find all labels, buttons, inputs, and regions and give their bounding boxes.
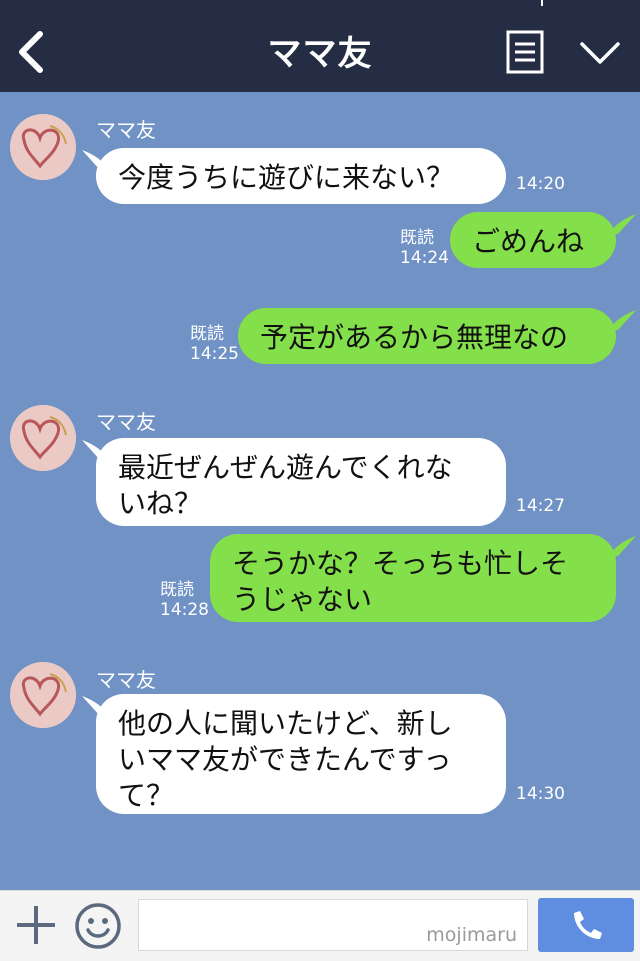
message-time: 14:20 bbox=[516, 174, 565, 194]
watermark-text: mojimaru bbox=[426, 924, 517, 946]
message-text: ごめんね bbox=[472, 225, 585, 258]
message-text: 予定があるから無理なの bbox=[260, 321, 569, 354]
chat-area[interactable]: ママ友 今度うちに遊びに来ない？ 14:20 既読 14:24 ごめんね 既読 … bbox=[0, 92, 640, 890]
chat-header: ママ友 bbox=[0, 0, 640, 92]
message-text: 今度うちに遊びに来ない？ bbox=[118, 161, 455, 194]
composer-bar: mojimaru bbox=[0, 890, 640, 961]
message-input[interactable]: mojimaru bbox=[138, 899, 528, 951]
bubble-tail bbox=[610, 214, 636, 234]
bubble-tail bbox=[610, 536, 636, 556]
call-button[interactable] bbox=[538, 898, 634, 952]
message-time: 14:24 bbox=[400, 248, 449, 268]
message-time: 14:25 bbox=[190, 344, 239, 364]
list-menu-icon[interactable] bbox=[506, 30, 544, 74]
heart-avatar-icon bbox=[10, 405, 76, 471]
message-text-line: て？ bbox=[118, 779, 175, 812]
message-text-line: いね？ bbox=[118, 487, 203, 520]
message-text-line: 他の人に聞いたけど、新し bbox=[118, 707, 453, 740]
sender-name: ママ友 bbox=[96, 410, 156, 434]
phone-icon bbox=[574, 911, 602, 939]
message-bubble[interactable]: 今度うちに遊びに来ない？ bbox=[96, 148, 506, 204]
message-bubble[interactable]: 最近ぜんぜん遊んでくれな いね？ bbox=[96, 438, 506, 526]
sender-name: ママ友 bbox=[96, 118, 156, 142]
message-time: 14:28 bbox=[160, 600, 209, 620]
message-bubble[interactable]: 予定があるから無理なの bbox=[238, 308, 616, 364]
sender-name: ママ友 bbox=[96, 668, 156, 692]
message-bubble[interactable]: 他の人に聞いたけど、新し いママ友ができたんですっ て？ bbox=[96, 694, 506, 814]
status-bar-fragment bbox=[541, 0, 543, 6]
smiley-icon[interactable] bbox=[74, 902, 122, 950]
read-receipt: 既読 bbox=[400, 228, 434, 248]
bubble-tail bbox=[610, 310, 636, 330]
heart-avatar-icon bbox=[10, 662, 76, 728]
avatar[interactable] bbox=[10, 405, 76, 471]
message-time: 14:27 bbox=[516, 496, 565, 516]
plus-icon[interactable] bbox=[14, 903, 58, 947]
heart-avatar-icon bbox=[10, 114, 76, 180]
read-receipt: 既読 bbox=[190, 324, 224, 344]
message-bubble[interactable]: ごめんね bbox=[450, 212, 616, 268]
message-bubble[interactable]: そうかな？そっちも忙しそ うじゃない bbox=[210, 534, 616, 622]
chat-title: ママ友 bbox=[267, 34, 373, 74]
message-text-line: 最近ぜんぜん遊んでくれな bbox=[118, 451, 453, 484]
message-time: 14:30 bbox=[516, 784, 565, 804]
avatar[interactable] bbox=[10, 114, 76, 180]
chevron-down-icon[interactable] bbox=[578, 36, 622, 68]
message-text-line: そうかな？そっちも忙しそ bbox=[232, 547, 569, 580]
read-receipt: 既読 bbox=[160, 580, 194, 600]
avatar[interactable] bbox=[10, 662, 76, 728]
message-text-line: うじゃない bbox=[232, 583, 373, 616]
message-text-line: いママ友ができたんですっ bbox=[118, 743, 452, 776]
